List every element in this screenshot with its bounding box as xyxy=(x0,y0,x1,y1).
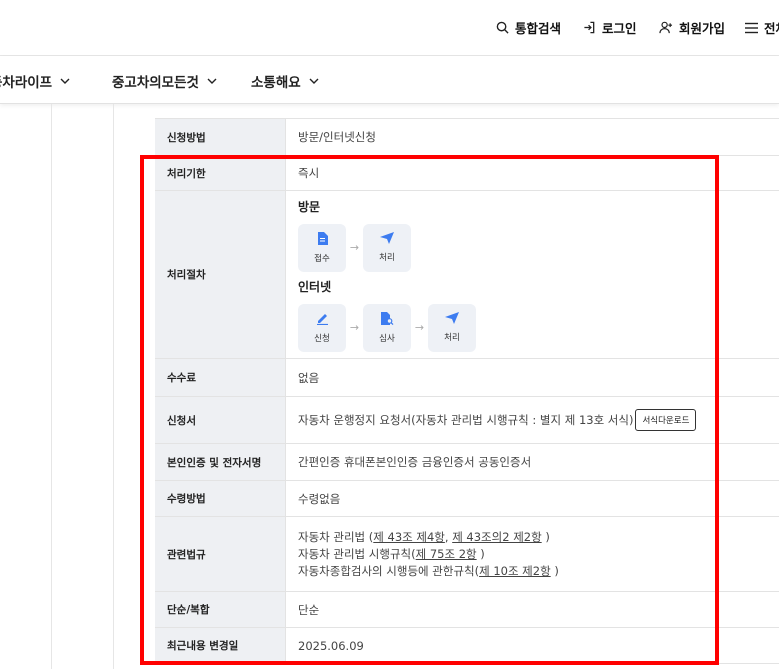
law-link[interactable]: 제 43조 제4항 xyxy=(373,530,445,544)
table-row: 관련법규 자동차 관리법 (제 43조 제4항, 제 43조의2 제2항 ) 자… xyxy=(155,517,779,592)
table-row: 최근내용 변경일 2025.06.09 xyxy=(155,628,779,664)
nav-item-car-life[interactable]: 동차라이프 xyxy=(0,71,70,91)
chevron-down-icon xyxy=(309,78,319,84)
layout-divider xyxy=(113,104,114,669)
law-line: 자동차 관리법 (제 43조 제4항, 제 43조의2 제2항 ) xyxy=(298,529,550,546)
step-label: 처리 xyxy=(444,333,460,343)
row-value: 간편인증 휴대폰본인인증 금융인증서 공동인증서 xyxy=(298,455,532,469)
all-menu-label: 전체 xyxy=(764,21,779,36)
all-menu-button[interactable]: 전체 xyxy=(745,18,779,37)
login-icon xyxy=(584,21,595,34)
nav-item-community[interactable]: 소통해요 xyxy=(251,71,319,91)
arrow-right-icon: → xyxy=(349,321,360,334)
paper-plane-icon xyxy=(445,312,459,324)
law-link[interactable]: 제 75조 2항 xyxy=(416,547,477,561)
step-process: 처리 xyxy=(363,223,411,272)
row-value: 즉시 xyxy=(298,166,320,180)
row-label: 관련법규 xyxy=(155,517,286,591)
table-row: 처리기한 즉시 xyxy=(155,156,779,191)
document-search-icon xyxy=(381,311,394,325)
visit-steps: 접수 → 처리 xyxy=(298,223,411,272)
chevron-down-icon xyxy=(60,78,70,84)
row-label: 수령방법 xyxy=(155,481,286,516)
chevron-down-icon xyxy=(207,78,217,84)
step-label: 심사 xyxy=(379,333,395,344)
row-value: 단순 xyxy=(298,602,320,617)
join-label: 회원가입 xyxy=(679,21,726,36)
civil-service-info-table: 신청방법 방문/인터넷신청 처리기한 즉시 처리절차 방문 접수 → 처리 인터… xyxy=(155,118,779,664)
row-label: 수수료 xyxy=(155,359,286,396)
step-label: 신청 xyxy=(314,333,330,344)
step-label: 접수 xyxy=(314,253,330,264)
table-row: 신청방법 방문/인터넷신청 xyxy=(155,119,779,156)
law-text: ) xyxy=(541,529,550,544)
row-label: 본인인증 및 전자서명 xyxy=(155,444,286,480)
online-steps: 신청 → 심사 → 처리 xyxy=(298,303,476,352)
step-review: 심사 xyxy=(363,303,411,352)
layout-divider xyxy=(51,104,52,669)
table-row: 단순/복합 단순 xyxy=(155,592,779,628)
form-name: 자동차 운행정지 요청서(자동차 관리법 시행규칙 : 별지 제 13호 서식) xyxy=(298,413,634,427)
table-row: 처리절차 방문 접수 → 처리 인터넷 신청 → 심사 → 처리 xyxy=(155,191,779,359)
step-apply: 신청 xyxy=(298,303,346,352)
online-title: 인터넷 xyxy=(298,279,332,294)
arrow-right-icon: → xyxy=(414,321,425,334)
search-link[interactable]: 통합검색 xyxy=(496,18,561,37)
law-link[interactable]: 제 43조의2 제2항 xyxy=(452,530,541,544)
step-process: 처리 xyxy=(428,303,476,352)
login-label: 로그인 xyxy=(602,21,637,36)
join-link[interactable]: 회원가입 xyxy=(659,18,725,37)
table-row: 신청서 자동차 운행정지 요청서(자동차 관리법 시행규칙 : 별지 제 13호… xyxy=(155,397,779,444)
law-text: ) xyxy=(550,563,559,578)
document-icon xyxy=(317,231,328,245)
table-row: 수령방법 수령없음 xyxy=(155,481,779,517)
search-icon xyxy=(496,21,509,34)
row-label: 처리절차 xyxy=(155,191,286,358)
row-value: 2025.06.09 xyxy=(298,638,364,653)
form-content: 자동차 운행정지 요청서(자동차 관리법 시행규칙 : 별지 제 13호 서식)… xyxy=(286,397,779,443)
row-value: 없음 xyxy=(298,370,320,385)
main-nav: 동차라이프 중고차의모든것 소통해요 xyxy=(0,56,779,104)
law-line: 자동차 관리법 시행규칙(제 75조 2항 ) xyxy=(298,546,485,563)
law-line: 자동차종합검사의 시행등에 관한규칙(제 10조 제2항 ) xyxy=(298,563,559,580)
table-row: 수수료 없음 xyxy=(155,359,779,397)
law-link[interactable]: 제 10조 제2항 xyxy=(479,564,551,578)
add-user-icon xyxy=(659,21,673,34)
arrow-right-icon: → xyxy=(349,241,360,254)
nav-item-label: 중고차의모든것 xyxy=(112,75,199,91)
row-label: 단순/복합 xyxy=(155,592,286,627)
search-label: 통합검색 xyxy=(515,21,562,36)
form-download-button[interactable]: 서식다운로드 xyxy=(635,409,697,431)
law-text: 자동차 관리법 ( xyxy=(298,529,374,544)
row-label: 최근내용 변경일 xyxy=(155,628,286,663)
nav-item-label: 동차라이프 xyxy=(0,75,53,91)
law-text: 자동차 관리법 시행규칙( xyxy=(298,546,416,561)
law-text: ) xyxy=(476,546,485,561)
step-receipt: 접수 xyxy=(298,223,346,272)
row-label: 신청서 xyxy=(155,397,286,443)
law-text: 자동차종합검사의 시행등에 관한규칙( xyxy=(298,563,480,578)
login-link[interactable]: 로그인 xyxy=(583,18,637,37)
top-utility-bar: 통합검색 로그인 회원가입 전체 xyxy=(0,0,779,56)
procedure-content: 방문 접수 → 처리 인터넷 신청 → 심사 → 처리 xyxy=(286,191,779,358)
nav-item-label: 소통해요 xyxy=(251,75,301,91)
law-content: 자동차 관리법 (제 43조 제4항, 제 43조의2 제2항 ) 자동차 관리… xyxy=(286,517,779,591)
nav-item-used-car[interactable]: 중고차의모든것 xyxy=(112,71,217,91)
paper-plane-icon xyxy=(380,232,394,244)
visit-title: 방문 xyxy=(298,199,321,214)
row-value: 수령없음 xyxy=(298,491,341,506)
pen-icon xyxy=(316,313,328,325)
table-row: 본인인증 및 전자서명 간편인증 휴대폰본인인증 금융인증서 공동인증서 xyxy=(155,444,779,481)
row-label: 처리기한 xyxy=(155,156,286,190)
step-label: 처리 xyxy=(379,253,395,263)
row-value: 방문/인터넷신청 xyxy=(298,130,376,144)
row-label: 신청방법 xyxy=(155,119,286,155)
hamburger-icon xyxy=(745,22,758,33)
